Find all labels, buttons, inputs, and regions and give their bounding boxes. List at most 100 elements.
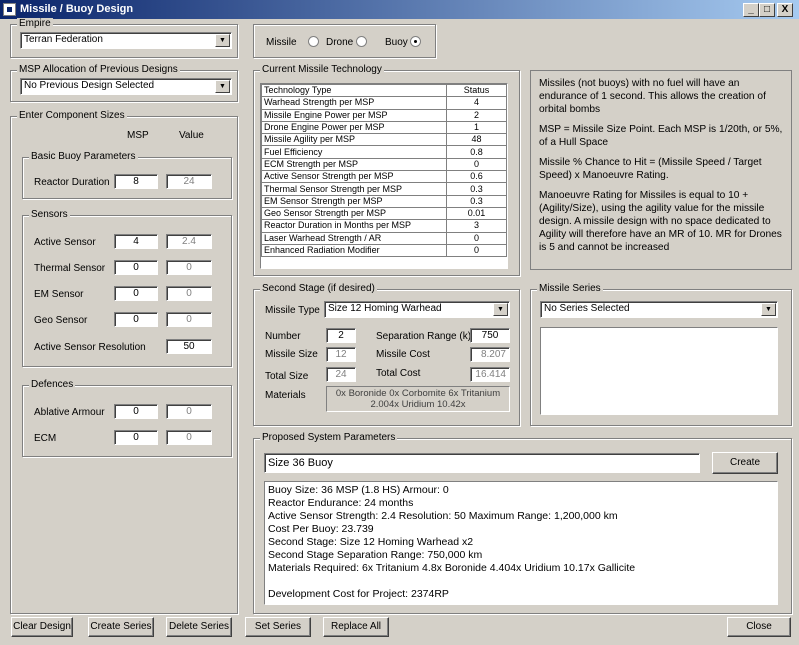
chevron-down-icon[interactable]: ▼ bbox=[215, 34, 230, 47]
clear-design-button[interactable]: Clear Design bbox=[11, 617, 73, 637]
close-window-button[interactable]: X bbox=[777, 3, 793, 17]
maximize-button[interactable]: □ bbox=[759, 3, 775, 17]
active-sensor-resolution-input[interactable]: 50 bbox=[166, 339, 212, 354]
tech-status-cell: 0.3 bbox=[446, 182, 507, 196]
thermal-sensor-msp-input[interactable]: 0 bbox=[114, 260, 158, 275]
separation-range-label: Separation Range (k) bbox=[376, 331, 472, 342]
missile-radio[interactable] bbox=[308, 36, 319, 47]
missile-size-label: Missile Size bbox=[265, 349, 318, 360]
msp-allocation-value: No Previous Design Selected bbox=[20, 78, 232, 95]
info-panel: Missiles (not buoys) with no fuel will h… bbox=[530, 70, 792, 270]
missile-type-label: Missile Type bbox=[265, 305, 320, 316]
tech-type-cell: ECM Strength per MSP bbox=[261, 157, 447, 172]
missile-type-value: Size 12 Homing Warhead bbox=[324, 301, 510, 318]
separation-range-input[interactable]: 750 bbox=[470, 328, 510, 343]
table-row[interactable]: EM Sensor Strength per MSP 0.3 bbox=[261, 194, 507, 208]
value-column-header: Value bbox=[179, 130, 204, 141]
missile-series-label: Missile Series bbox=[537, 283, 603, 295]
component-sizes-label: Enter Component Sizes bbox=[17, 110, 127, 122]
tech-type-cell: EM Sensor Strength per MSP bbox=[261, 194, 447, 208]
buoy-radio[interactable] bbox=[410, 36, 421, 47]
defence-label-armour: Ablative Armour bbox=[34, 407, 105, 418]
drone-radio[interactable] bbox=[356, 36, 367, 47]
missile-type-select[interactable]: Size 12 Homing Warhead ▼ bbox=[324, 301, 510, 318]
chevron-down-icon[interactable]: ▼ bbox=[493, 303, 508, 316]
drone-radio-label: Drone bbox=[326, 37, 354, 48]
geo-sensor-value: 0 bbox=[166, 312, 212, 327]
set-series-button[interactable]: Set Series bbox=[245, 617, 311, 637]
reactor-duration-msp-input[interactable]: 8 bbox=[114, 174, 158, 189]
empire-group-label: Empire bbox=[17, 18, 53, 30]
series-list[interactable] bbox=[540, 327, 778, 415]
missile-cost-value: 8.207 bbox=[470, 347, 510, 362]
active-sensor-msp-input[interactable]: 4 bbox=[114, 234, 158, 249]
tech-type-cell: Missile Agility per MSP bbox=[261, 133, 447, 147]
tech-type-cell: Warhead Strength per MSP bbox=[261, 96, 447, 110]
table-row[interactable]: Missile Engine Power per MSP 2 bbox=[261, 108, 507, 122]
table-row[interactable]: Thermal Sensor Strength per MSP 0.3 bbox=[261, 182, 507, 196]
table-row[interactable]: Geo Sensor Strength per MSP 0.01 bbox=[261, 206, 507, 221]
defences-label: Defences bbox=[29, 379, 76, 391]
tech-group-label: Current Missile Technology bbox=[260, 64, 384, 76]
total-size-value: 24 bbox=[326, 367, 356, 382]
summary-line: Second Stage: Size 12 Homing Warhead x2 bbox=[268, 536, 474, 548]
tech-status-cell: 1 bbox=[446, 120, 507, 135]
info-paragraph-manoeuvre: Manoeuvre Rating for Missiles is equal t… bbox=[539, 190, 782, 253]
summary-line bbox=[268, 575, 774, 588]
minimize-button[interactable]: _ bbox=[743, 3, 759, 17]
ecm-value: 0 bbox=[166, 430, 212, 445]
number-label: Number bbox=[265, 331, 301, 342]
tech-type-header: Technology Type bbox=[261, 84, 447, 98]
number-input[interactable]: 2 bbox=[326, 328, 356, 343]
tech-type-cell: Thermal Sensor Strength per MSP bbox=[261, 182, 447, 196]
ablative-armour-msp-input[interactable]: 0 bbox=[114, 404, 158, 419]
table-row[interactable]: Laser Warhead Strength / AR 0 bbox=[261, 231, 507, 245]
tech-header-row: Technology Type Status bbox=[261, 84, 507, 98]
tech-type-cell: Geo Sensor Strength per MSP bbox=[261, 206, 447, 221]
sensor-label-thermal: Thermal Sensor bbox=[34, 263, 106, 274]
summary-line: Buoy Size: 36 MSP (1.8 HS) Armour: 0 bbox=[268, 484, 449, 496]
ablative-armour-value: 0 bbox=[166, 404, 212, 419]
table-row[interactable]: Warhead Strength per MSP 4 bbox=[261, 96, 507, 110]
tech-status-cell: 0.6 bbox=[446, 170, 507, 184]
msp-allocation-select[interactable]: No Previous Design Selected ▼ bbox=[20, 78, 232, 95]
design-name-input[interactable]: Size 36 Buoy bbox=[264, 453, 700, 473]
buoy-radio-label: Buoy bbox=[385, 37, 408, 48]
geo-sensor-msp-input[interactable]: 0 bbox=[114, 312, 158, 327]
replace-all-button[interactable]: Replace All bbox=[323, 617, 389, 637]
defences-group: Defences bbox=[22, 379, 232, 457]
total-size-label: Total Size bbox=[265, 371, 309, 382]
tech-type-cell: Enhanced Radiation Modifier bbox=[261, 243, 447, 258]
chevron-down-icon[interactable]: ▼ bbox=[215, 80, 230, 93]
tech-type-cell: Laser Warhead Strength / AR bbox=[261, 231, 447, 245]
missile-series-select[interactable]: No Series Selected ▼ bbox=[540, 301, 778, 318]
table-row[interactable]: Missile Agility per MSP 48 bbox=[261, 133, 507, 147]
table-row[interactable]: Enhanced Radiation Modifier 0 bbox=[261, 243, 507, 258]
create-button[interactable]: Create bbox=[712, 452, 778, 474]
sensor-label-geo: Geo Sensor bbox=[34, 315, 88, 326]
close-button[interactable]: Close bbox=[727, 617, 791, 637]
table-row[interactable]: ECM Strength per MSP 0 bbox=[261, 157, 507, 172]
empire-select[interactable]: Terran Federation ▼ bbox=[20, 32, 232, 49]
table-row[interactable]: Active Sensor Strength per MSP 0.6 bbox=[261, 170, 507, 184]
table-row[interactable]: Reactor Duration in Months per MSP 3 bbox=[261, 219, 507, 233]
tech-status-header: Status bbox=[446, 84, 507, 98]
table-row[interactable]: Drone Engine Power per MSP 1 bbox=[261, 120, 507, 135]
msp-allocation-label: MSP Allocation of Previous Designs bbox=[17, 64, 180, 76]
create-series-button[interactable]: Create Series bbox=[88, 617, 154, 637]
chevron-down-icon[interactable]: ▼ bbox=[761, 303, 776, 316]
tech-type-cell: Drone Engine Power per MSP bbox=[261, 120, 447, 135]
em-sensor-msp-input[interactable]: 0 bbox=[114, 286, 158, 301]
em-sensor-value: 0 bbox=[166, 286, 212, 301]
total-cost-label: Total Cost bbox=[376, 368, 421, 379]
title-bar: Missile / Buoy Design _ □ X bbox=[0, 0, 799, 19]
sensor-label-em: EM Sensor bbox=[34, 289, 84, 300]
summary-line: Development Cost for Project: 2374RP bbox=[268, 588, 449, 600]
table-row[interactable]: Fuel Efficiency 0.8 bbox=[261, 145, 507, 159]
missile-cost-label: Missile Cost bbox=[376, 349, 430, 360]
delete-series-button[interactable]: Delete Series bbox=[166, 617, 232, 637]
tech-status-cell: 0 bbox=[446, 231, 507, 245]
active-sensor-value: 2.4 bbox=[166, 234, 212, 249]
window-title: Missile / Buoy Design bbox=[20, 3, 134, 15]
ecm-msp-input[interactable]: 0 bbox=[114, 430, 158, 445]
